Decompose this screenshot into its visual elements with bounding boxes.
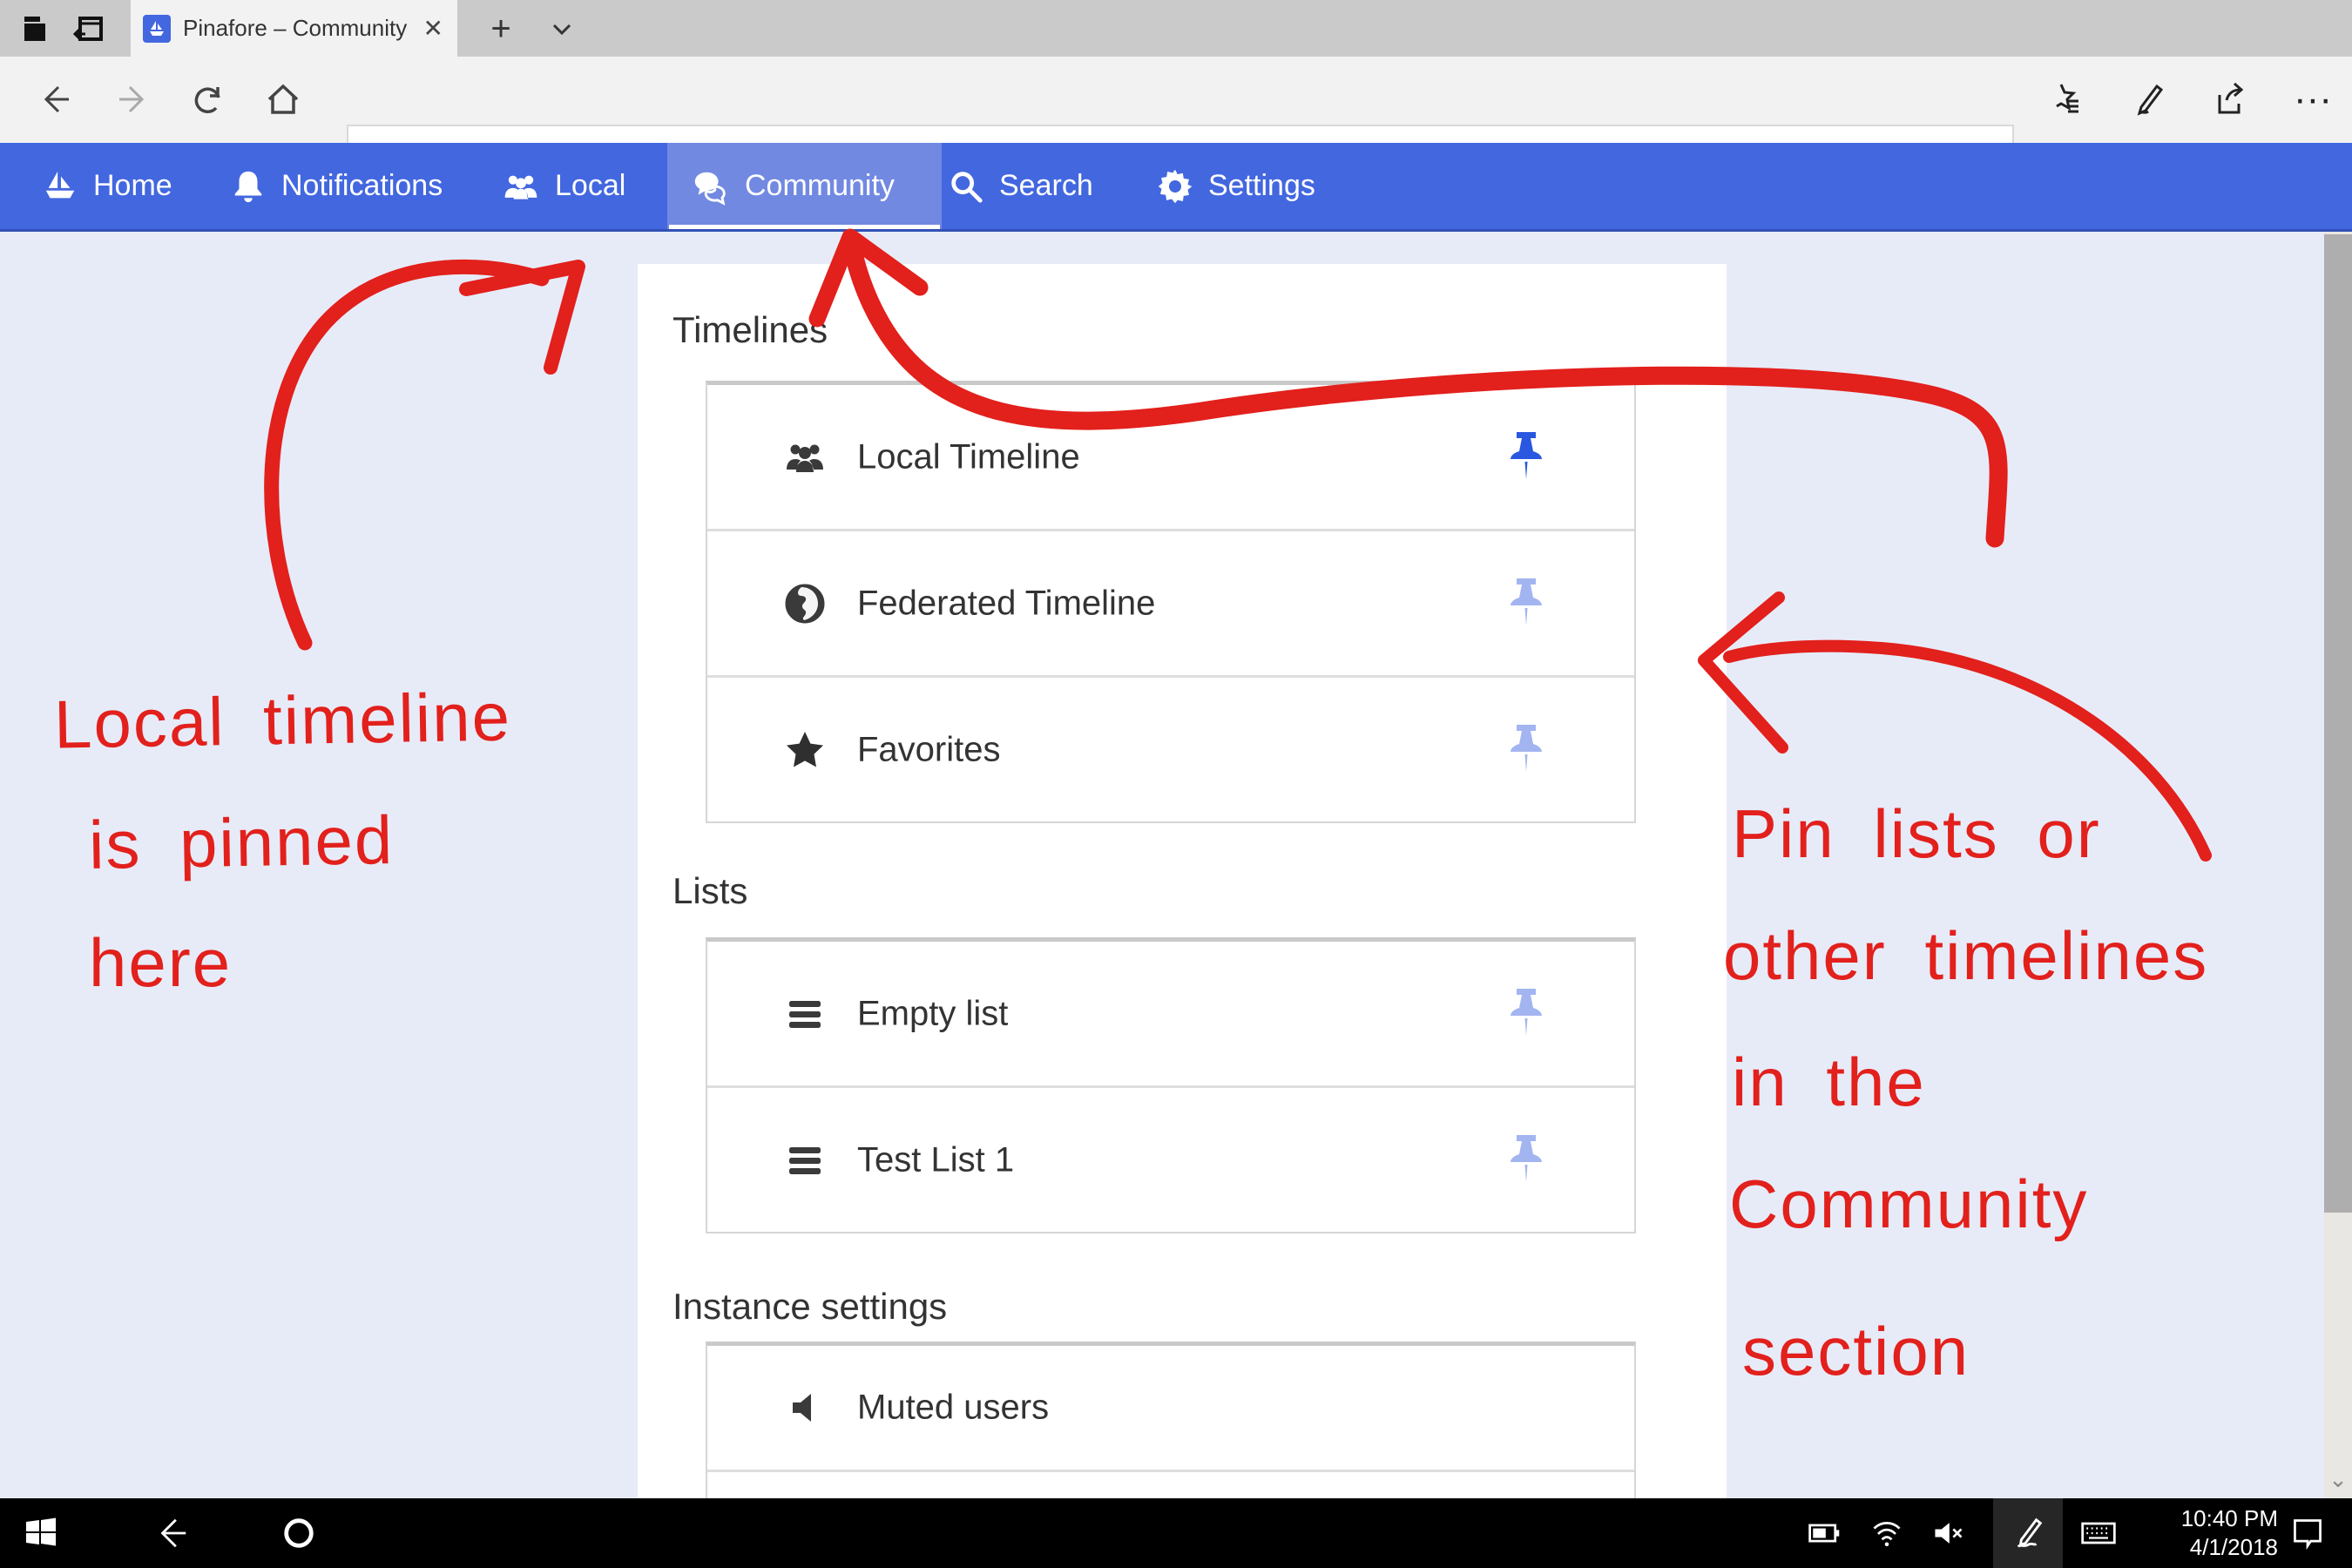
pinafore-navbar: Home Notifications Local Community Searc… [0,143,2352,232]
clock-date: 4/1/2018 [2190,1533,2278,1562]
page-scrollbar[interactable]: ⌄ [2324,232,2352,1498]
tab-title: Pinafore – Community [183,15,416,42]
annotation-left-line3: here [89,929,232,997]
list-item-label: Local Timeline [857,437,1080,476]
tab-list-chevron-icon[interactable] [536,7,588,51]
annotation-right-line1: Pin lists or [1732,800,2101,868]
list-item-cutoff[interactable] [707,1470,1634,1498]
screen: Pinafore – Community ✕ + https://dev.pin… [0,0,2352,1568]
annotation-left-line2: is pinned [88,806,395,879]
windows-ink-pen-icon[interactable] [1993,1498,2063,1568]
wifi-icon[interactable] [1861,1498,1913,1568]
mute-icon [784,1387,826,1429]
more-options-icon[interactable]: ··· [2284,69,2342,130]
magnifier-icon [948,168,984,205]
timelines-heading: Timelines [672,309,828,351]
people-icon [784,436,826,478]
new-tab-button[interactable]: + [475,7,527,51]
list-item-empty-list[interactable]: Empty list [707,942,1634,1085]
forward-icon[interactable] [105,69,162,130]
pin-button-unpinned[interactable] [1502,723,1551,777]
list-item-label: Muted users [857,1389,1049,1428]
timelines-group: Local Timeline Federated Timeline Favori… [706,381,1636,823]
pin-button-unpinned[interactable] [1502,1133,1551,1187]
nav-local[interactable]: Local [502,143,625,229]
scrollbar-down-chevron-icon[interactable]: ⌄ [2324,1466,2352,1493]
windows-taskbar: 10:40 PM 4/1/2018 [0,1498,2352,1568]
nav-settings[interactable]: Settings [1157,143,1315,229]
tab-close-icon[interactable]: ✕ [423,14,443,43]
list-item-label: Favorites [857,730,1001,769]
windows-start-icon[interactable] [12,1498,70,1568]
web-note-pen-icon[interactable] [2120,69,2178,130]
action-center-icon[interactable] [2279,1498,2336,1568]
nav-search[interactable]: Search [948,143,1093,229]
annotation-right-line5: section [1742,1317,1970,1385]
tab-preview-icon[interactable] [66,7,112,51]
list-item-test-list-1[interactable]: Test List 1 [707,1085,1634,1232]
chat-bubbles-icon [690,166,730,206]
lists-group: Empty list Test List 1 [706,937,1636,1233]
lists-heading: Lists [672,870,747,912]
bell-icon [230,168,267,205]
browser-tab[interactable]: Pinafore – Community ✕ [131,0,457,57]
list-item-local-timeline[interactable]: Local Timeline [707,385,1634,529]
browser-toolbar: https://dev.pinafore.social/community ··… [0,57,2352,143]
pin-button-unpinned[interactable] [1502,577,1551,631]
annotation-right-line3: in the [1732,1048,1926,1116]
pin-button-unpinned[interactable] [1502,987,1551,1041]
hub-favorites-icon[interactable] [2038,69,2096,130]
globe-icon [784,583,826,625]
clock-time: 10:40 PM [2181,1504,2278,1533]
browser-tab-strip: Pinafore – Community ✕ + [0,0,2352,57]
scrollbar-thumb[interactable] [2324,234,2352,1213]
sailboat-icon [42,168,78,205]
volume-muted-icon[interactable] [1922,1498,1974,1568]
nav-home[interactable]: Home [42,143,172,229]
home-icon[interactable] [254,69,312,130]
share-icon[interactable] [2202,69,2260,130]
star-icon [784,729,826,771]
list-icon [784,993,826,1035]
instance-settings-group: Muted users [706,1342,1636,1498]
annotation-right-line4: Community [1729,1170,2088,1238]
pinafore-favicon-icon [143,15,171,43]
touch-keyboard-icon[interactable] [2070,1498,2127,1568]
pin-button-pinned[interactable] [1502,430,1551,484]
tabs-set-aside-icon[interactable] [12,7,57,51]
taskbar-clock[interactable]: 10:40 PM 4/1/2018 [2130,1498,2278,1568]
community-panel: Timelines Local Timeline Federated Timel… [638,264,1727,1498]
list-item-federated-timeline[interactable]: Federated Timeline [707,529,1634,675]
list-item-label: Empty list [857,994,1008,1033]
people-icon [502,167,540,206]
taskbar-back-icon[interactable] [144,1498,201,1568]
nav-notifications[interactable]: Notifications [230,143,443,229]
list-icon [784,1139,826,1181]
annotation-left-line1: Local timeline [53,682,511,758]
gear-icon [1157,168,1193,205]
nav-community-active[interactable]: Community [667,143,942,229]
list-item-muted-users[interactable]: Muted users [707,1346,1634,1470]
instance-settings-heading: Instance settings [672,1286,947,1328]
refresh-icon[interactable] [179,69,237,130]
cortana-icon[interactable] [270,1498,328,1568]
back-icon[interactable] [26,69,84,130]
list-item-favorites[interactable]: Favorites [707,675,1634,821]
battery-icon[interactable] [1798,1498,1850,1568]
list-item-label: Federated Timeline [857,584,1155,623]
annotation-right-line2: other timelines [1723,922,2208,990]
list-item-label: Test List 1 [857,1140,1014,1179]
